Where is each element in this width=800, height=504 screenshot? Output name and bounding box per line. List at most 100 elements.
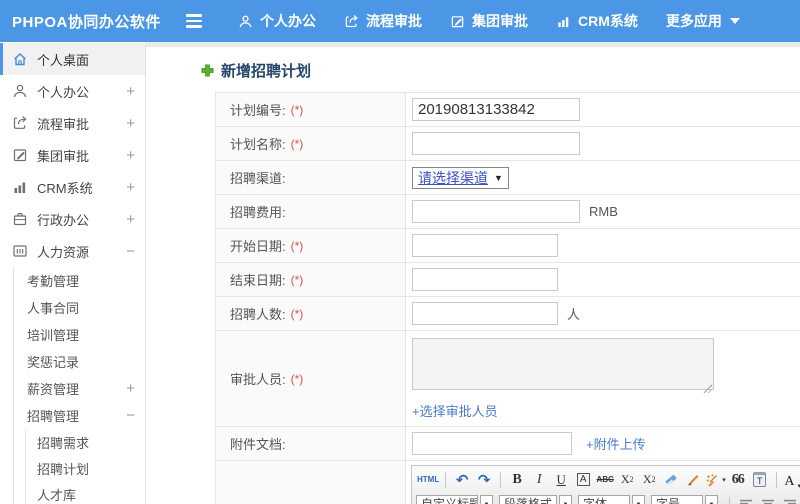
eraser-icon[interactable] <box>661 470 681 490</box>
top-menu-group-approval[interactable]: 集团审批 <box>436 0 542 42</box>
required-mark: (*) <box>290 136 304 151</box>
italic-button[interactable]: I <box>529 470 549 490</box>
caret-down-icon[interactable]: ▼ <box>632 495 645 504</box>
start-date-input[interactable] <box>412 234 558 257</box>
top-menu-more-apps[interactable]: 更多应用 <box>652 0 754 42</box>
format-painter-icon[interactable]: ▾ <box>705 470 726 490</box>
expand-plus-icon[interactable]: + <box>126 84 135 99</box>
sidebar-subitem-recruit-plan[interactable]: 招聘计划 <box>26 455 145 481</box>
separator <box>729 496 730 504</box>
sidebar-item-personal-office[interactable]: 个人办公 + <box>0 75 145 107</box>
toolbar-row-2: 自定义标题 ▼ 段落格式 ▼ 字体 ▼ <box>416 492 800 504</box>
separator <box>775 471 777 488</box>
sidebar-item-label: 个人桌面 <box>37 52 90 68</box>
recruitment-submenu: 招聘需求 招聘计划 人才库 <box>25 429 145 504</box>
sidebar-item-label: CRM系统 <box>37 180 93 196</box>
top-menu-workflow-approval[interactable]: 流程审批 <box>330 0 436 42</box>
top-menu-personal-office[interactable]: 个人办公 <box>224 0 330 42</box>
approvers-textarea[interactable] <box>412 338 714 390</box>
undo-icon[interactable]: ↶ <box>452 470 472 490</box>
blockquote-button[interactable]: 66 <box>728 470 748 490</box>
paragraph-format-combo[interactable]: 段落格式 ▼ <box>499 495 572 504</box>
plan-no-input[interactable] <box>412 98 580 121</box>
collapse-minus-icon[interactable]: − <box>126 244 135 259</box>
sidebar-item-label: 个人办公 <box>37 84 90 100</box>
sidebar-subitem-attendance[interactable]: 考勤管理 <box>14 267 145 294</box>
font-size-combo[interactable]: 字号 ▼ <box>651 495 718 504</box>
end-date-input[interactable] <box>412 268 558 291</box>
form-row-headcount: 招聘人数: (*) 人 <box>216 297 800 331</box>
main-layout: 个人桌面 个人办公 + 流程审批 + 集团审批 + CRM系统 + 行政办公 +… <box>0 42 800 504</box>
subitem-label: 人才库 <box>37 487 77 503</box>
caret-down-icon[interactable]: ▼ <box>705 495 718 504</box>
field-label: 招聘费用: <box>216 195 406 228</box>
page-title: 新增招聘计划 <box>201 60 800 81</box>
strikethrough-button[interactable]: ABC <box>595 470 615 490</box>
sidebar-item-desktop[interactable]: 个人桌面 <box>0 43 145 75</box>
field-label: 开始日期: (*) <box>216 229 406 262</box>
top-menu-crm[interactable]: CRM系统 <box>542 0 652 42</box>
redo-icon[interactable]: ↷ <box>474 470 494 490</box>
html-source-button[interactable]: HTML <box>417 470 439 490</box>
expand-plus-icon[interactable]: + <box>126 381 135 396</box>
channel-select[interactable]: 请选择渠道 ▼ <box>412 166 509 189</box>
select-approvers-link[interactable]: +选择审批人员 <box>412 401 498 420</box>
font-color-button[interactable]: A ▾ <box>783 470 800 490</box>
underline-button[interactable]: U <box>551 470 571 490</box>
caret-down-icon[interactable]: ▼ <box>559 495 572 504</box>
sidebar-item-crm[interactable]: CRM系统 + <box>0 171 145 203</box>
form-row-plan-name: 计划名称: (*) <box>216 127 800 161</box>
sidebar-item-group-approval[interactable]: 集团审批 + <box>0 139 145 171</box>
align-left-icon[interactable] <box>736 495 756 504</box>
cost-input[interactable] <box>412 200 580 223</box>
sidebar-item-workflow-approval[interactable]: 流程审批 + <box>0 107 145 139</box>
toolbar-row-1: HTML ↶ ↷ B I U A ABC X2 X 2 ▾ 66 T A ▾ <box>416 467 800 492</box>
font-family-combo[interactable]: 字体 ▼ <box>578 495 645 504</box>
attachment-upload-link[interactable]: +附件上传 <box>586 434 646 453</box>
separator <box>445 471 447 488</box>
brush-icon[interactable] <box>683 470 703 490</box>
paste-icon[interactable]: T <box>750 470 770 490</box>
required-mark: (*) <box>290 238 304 253</box>
sidebar-subitem-training[interactable]: 培训管理 <box>14 321 145 348</box>
expand-plus-icon[interactable]: + <box>126 180 135 195</box>
attachment-input[interactable] <box>412 432 572 455</box>
sidebar-subitem-rewards[interactable]: 奖惩记录 <box>14 348 145 375</box>
hr-submenu: 考勤管理 人事合同 培训管理 奖惩记录 薪资管理 + 招聘管理 − 招聘需求 招… <box>13 267 145 504</box>
caret-down-icon[interactable]: ▼ <box>480 495 493 504</box>
subitem-label: 招聘计划 <box>37 461 90 477</box>
editor-toolbar: HTML ↶ ↷ B I U A ABC X2 X 2 ▾ 66 T A ▾ 自… <box>412 466 800 504</box>
user-icon <box>238 14 253 29</box>
autotypeset-button[interactable]: A <box>573 470 593 490</box>
expand-plus-icon[interactable]: + <box>126 116 135 131</box>
rich-text-editor: HTML ↶ ↷ B I U A ABC X2 X 2 ▾ 66 T A ▾ 自… <box>411 465 800 504</box>
top-menu-label: 个人办公 <box>260 13 316 29</box>
topbar: PHPOA协同办公软件 个人办公 流程审批 集团审批 CRM系统 更多应用 <box>0 0 800 42</box>
expand-plus-icon[interactable]: + <box>126 148 135 163</box>
form-row-plan-no: 计划编号: (*) <box>216 93 800 127</box>
collapse-minus-icon[interactable]: − <box>126 408 135 423</box>
align-right-icon[interactable] <box>780 495 800 504</box>
field-label: 计划编号: (*) <box>216 93 406 126</box>
expand-plus-icon[interactable]: + <box>126 212 135 227</box>
align-center-icon[interactable] <box>758 495 778 504</box>
subscript-button[interactable]: X2 <box>639 470 659 490</box>
headcount-input[interactable] <box>412 302 558 325</box>
sidebar-subitem-recruitment[interactable]: 招聘管理 − <box>14 402 145 429</box>
sidebar-item-hr[interactable]: 人力资源 − <box>0 235 145 267</box>
top-menu: 个人办公 流程审批 集团审批 CRM系统 更多应用 <box>224 0 754 42</box>
superscript-button[interactable]: X2 <box>617 470 637 490</box>
hamburger-menu-icon[interactable] <box>186 14 202 28</box>
sidebar-subitem-recruit-demand[interactable]: 招聘需求 <box>26 429 145 455</box>
separator <box>500 471 502 488</box>
bold-button[interactable]: B <box>507 470 527 490</box>
plan-name-input[interactable] <box>412 132 580 155</box>
app-logo[interactable]: PHPOA协同办公软件 <box>0 11 186 32</box>
sidebar-subitem-salary[interactable]: 薪资管理 + <box>14 375 145 402</box>
sidebar-item-admin-office[interactable]: 行政办公 + <box>0 203 145 235</box>
form-row-approvers: 审批人员: (*) +选择审批人员 <box>216 331 800 427</box>
sidebar-subitem-hr-contract[interactable]: 人事合同 <box>14 294 145 321</box>
sidebar-subitem-talent-pool[interactable]: 人才库 <box>26 481 145 504</box>
heading-combo[interactable]: 自定义标题 ▼ <box>416 495 493 504</box>
id-card-icon <box>12 243 28 259</box>
